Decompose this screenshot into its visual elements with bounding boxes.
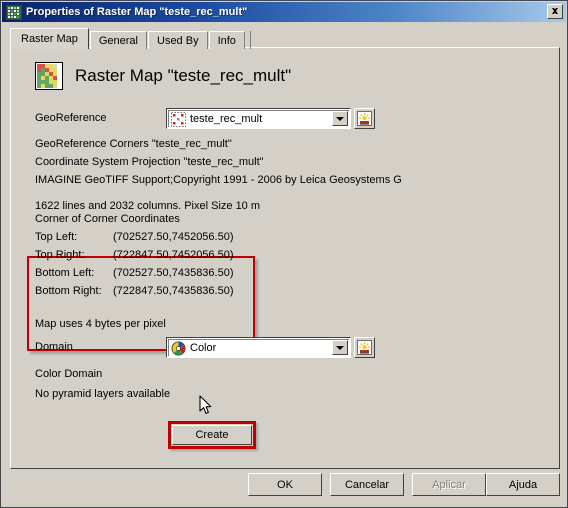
tab-label: Raster Map <box>21 33 78 45</box>
create-button-highlight: Create <box>168 421 256 449</box>
info-line-projection: Coordinate System Projection "teste_rec_… <box>35 156 264 168</box>
domain-combo[interactable]: Color <box>166 337 351 358</box>
corner-value-top-right: (722847.50,7452056.50) <box>113 249 234 261</box>
georeference-icon <box>171 111 186 127</box>
cancel-button-label: Cancelar <box>344 478 390 491</box>
tab-general[interactable]: General <box>89 31 147 49</box>
page-title-row: Raster Map "teste_rec_mult" <box>35 62 291 90</box>
cancel-button[interactable]: Cancelar <box>330 473 404 496</box>
color-palette-icon <box>171 341 186 356</box>
georeference-combo[interactable]: teste_rec_mult <box>166 108 351 129</box>
domain-label: Domain <box>35 341 73 353</box>
sun-properties-icon <box>357 340 372 355</box>
raster-grid-icon <box>35 62 63 90</box>
georeference-value: teste_rec_mult <box>190 113 263 125</box>
corner-label-top-left: Top Left: <box>35 231 78 243</box>
corner-label-top-right: Top Right: <box>35 249 85 261</box>
sun-properties-icon <box>357 111 372 126</box>
close-glyph <box>552 7 558 14</box>
tab-raster-map[interactable]: Raster Map <box>10 28 89 49</box>
apply-button: Aplicar <box>412 473 486 496</box>
ok-button-label: OK <box>277 478 293 491</box>
corner-label-bottom-left: Bottom Left: <box>35 267 95 279</box>
chevron-down-icon[interactable] <box>332 340 348 355</box>
georeference-label: GeoReference <box>35 112 107 124</box>
tab-strip: Raster Map General Used By Info <box>10 28 251 49</box>
title-bar: Properties of Raster Map "teste_rec_mult… <box>2 2 566 22</box>
ok-button[interactable]: OK <box>248 473 322 496</box>
close-icon[interactable] <box>547 4 563 19</box>
apply-button-label: Aplicar <box>432 478 466 491</box>
domain-properties-button[interactable] <box>354 337 375 358</box>
properties-dialog-window: Properties of Raster Map "teste_rec_mult… <box>0 0 568 508</box>
info-line-copyright: IMAGINE GeoTIFF Support;Copyright 1991 -… <box>35 174 402 186</box>
corner-label-bottom-right: Bottom Right: <box>35 285 102 297</box>
georeference-properties-button[interactable] <box>354 108 375 129</box>
chevron-down-icon[interactable] <box>332 111 348 126</box>
tab-label: Info <box>217 34 236 47</box>
raster-map-panel: Raster Map "teste_rec_mult" GeoReference… <box>10 47 560 469</box>
window-title: Properties of Raster Map "teste_rec_mult… <box>26 6 248 18</box>
tab-label: General <box>98 34 138 47</box>
info-line-corners: GeoReference Corners "teste_rec_mult" <box>35 138 232 150</box>
tab-label: Used By <box>157 34 199 47</box>
create-button-label: Create <box>195 429 229 441</box>
corner-coordinates-title: Corner of Corner Coordinates <box>35 213 180 225</box>
raster-map-window-icon <box>6 4 22 20</box>
color-domain-label: Color Domain <box>35 368 103 380</box>
page-title: Raster Map "teste_rec_mult" <box>75 66 292 85</box>
tab-used-by[interactable]: Used By <box>148 31 208 49</box>
create-button[interactable]: Create <box>172 425 252 445</box>
bytes-per-pixel-line: Map uses 4 bytes per pixel <box>35 318 166 330</box>
tab-info[interactable]: Info <box>208 31 245 49</box>
help-button[interactable]: Ajuda <box>486 473 560 496</box>
help-button-label: Ajuda <box>508 478 538 491</box>
tab-strip-end-divider <box>249 31 251 49</box>
corner-value-top-left: (702527.50,7452056.50) <box>113 231 234 243</box>
domain-value: Color <box>190 342 217 354</box>
corner-value-bottom-left: (702527.50,7435836.50) <box>113 267 234 279</box>
corner-value-bottom-right: (722847.50,7435836.50) <box>113 285 234 297</box>
dimensions-line: 1622 lines and 2032 columns. Pixel Size … <box>35 200 261 212</box>
pyramid-layers-label: No pyramid layers available <box>35 388 171 400</box>
